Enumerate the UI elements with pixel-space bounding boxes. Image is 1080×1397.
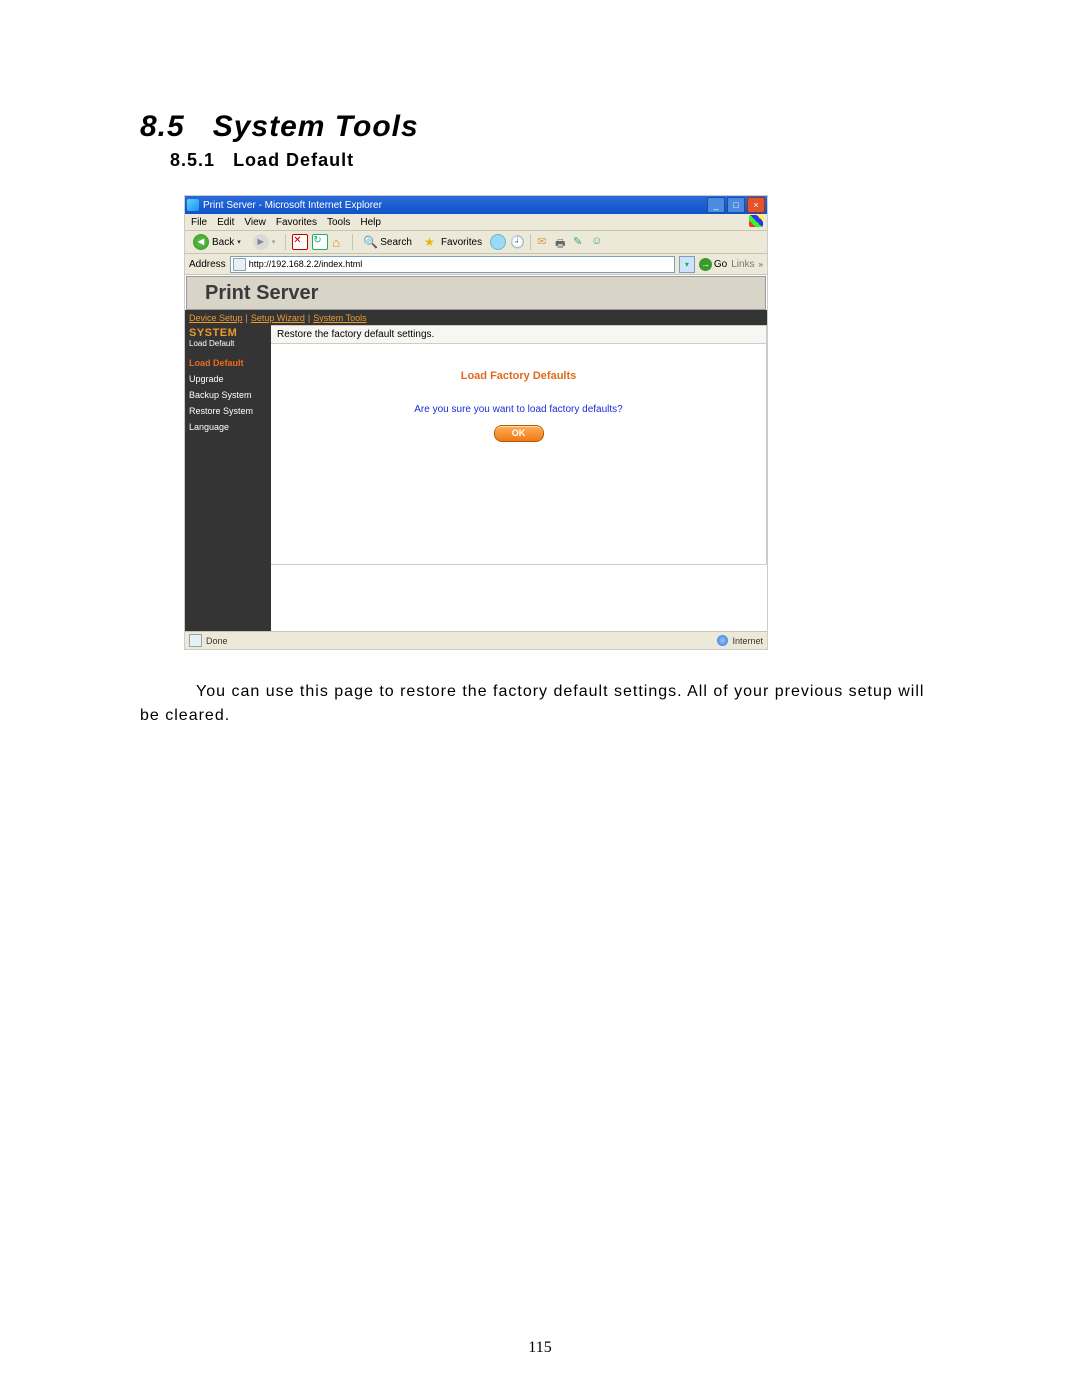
address-value: http://192.168.2.2/index.html: [249, 259, 363, 269]
status-text: Done: [206, 636, 228, 646]
chevron-right-icon: »: [759, 260, 763, 269]
sidebar-item-restore-system[interactable]: Restore System: [189, 406, 267, 416]
favorites-button[interactable]: ★ Favorites: [420, 234, 486, 250]
discuss-button[interactable]: ☺: [591, 235, 605, 249]
main-content: Restore the factory default settings. Lo…: [271, 325, 767, 631]
home-button[interactable]: ⌂: [332, 235, 346, 249]
window-title: Print Server - Microsoft Internet Explor…: [203, 200, 382, 211]
menu-file[interactable]: File: [191, 217, 207, 228]
subsection-title-text: Load Default: [233, 150, 354, 170]
nav-separator: |: [308, 313, 310, 323]
sidebar-item-backup-system[interactable]: Backup System: [189, 390, 267, 400]
favorites-label: Favorites: [441, 237, 482, 248]
panel-title: Load Factory Defaults: [271, 370, 766, 382]
minimize-button[interactable]: _: [707, 197, 725, 213]
ie-logo-icon: [187, 199, 199, 211]
tab-device-setup[interactable]: Device Setup: [189, 313, 243, 323]
toolbar-separator: [530, 234, 531, 250]
app-header: Print Server: [186, 276, 766, 310]
go-icon: →: [699, 258, 712, 271]
media-button[interactable]: [490, 234, 506, 250]
sidebar-heading: SYSTEM: [189, 327, 267, 339]
tab-system-tools[interactable]: System Tools: [313, 313, 366, 323]
tab-setup-wizard[interactable]: Setup Wizard: [251, 313, 305, 323]
subsection-heading: 8.5.1 Load Default: [170, 150, 940, 171]
edit-button[interactable]: ✎: [573, 235, 587, 249]
go-label: Go: [714, 259, 727, 270]
star-icon: ★: [424, 235, 438, 249]
back-icon: ◄: [193, 234, 209, 250]
section-number: 8.5: [140, 110, 185, 143]
mail-button[interactable]: ✉: [537, 235, 551, 249]
go-button[interactable]: → Go: [699, 258, 727, 271]
close-button[interactable]: ×: [747, 197, 765, 213]
page-number: 115: [0, 1339, 1080, 1357]
stop-button[interactable]: ✕: [292, 234, 308, 250]
section-heading: 8.5 System Tools: [140, 110, 940, 144]
sidebar-item-upgrade[interactable]: Upgrade: [189, 374, 267, 384]
search-label: Search: [380, 237, 412, 248]
window-titlebar: Print Server - Microsoft Internet Explor…: [185, 196, 767, 214]
top-nav: Device Setup | Setup Wizard | System Too…: [185, 310, 767, 325]
toolbar-separator: [352, 234, 353, 250]
address-dropdown[interactable]: ▾: [679, 256, 695, 273]
body-paragraph: You can use this page to restore the fac…: [140, 680, 940, 728]
windows-flag-icon: [749, 215, 763, 227]
app-title: Print Server: [205, 282, 318, 305]
refresh-button[interactable]: ↻: [312, 234, 328, 250]
internet-zone-icon: [717, 635, 728, 646]
sidebar: SYSTEM Load Default Load Default Upgrade…: [185, 325, 271, 631]
chevron-down-icon: ▾: [272, 238, 276, 246]
toolbar: ◄ Back ▾ ► ▾ ✕ ↻ ⌂ 🔍 Search ★ Favorites …: [185, 231, 767, 254]
confirm-question: Are you sure you want to load factory de…: [271, 404, 766, 415]
menu-help[interactable]: Help: [360, 217, 381, 228]
addressbar: Address http://192.168.2.2/index.html ▾ …: [185, 254, 767, 275]
links-label[interactable]: Links: [731, 259, 754, 270]
screenshot-browser-window: Print Server - Microsoft Internet Explor…: [184, 195, 768, 650]
chevron-down-icon: ▾: [237, 238, 241, 246]
page-icon: [233, 258, 246, 271]
back-button[interactable]: ◄ Back ▾: [189, 233, 245, 251]
page-icon: [189, 634, 202, 647]
body-text: You can use this page to restore the fac…: [140, 683, 924, 724]
print-button[interactable]: 🖶: [555, 235, 569, 249]
back-label: Back: [212, 237, 234, 248]
sidebar-subheading: Load Default: [189, 339, 267, 348]
maximize-button[interactable]: □: [727, 197, 745, 213]
sidebar-item-load-default[interactable]: Load Default: [189, 358, 267, 368]
search-button[interactable]: 🔍 Search: [359, 234, 416, 250]
menu-favorites[interactable]: Favorites: [276, 217, 317, 228]
subsection-number: 8.5.1: [170, 150, 215, 170]
forward-button[interactable]: ► ▾: [249, 233, 280, 251]
toolbar-separator: [285, 234, 286, 250]
address-input[interactable]: http://192.168.2.2/index.html: [230, 256, 675, 273]
description-strip: Restore the factory default settings.: [271, 326, 766, 344]
menubar: File Edit View Favorites Tools Help: [185, 214, 767, 231]
browser-viewport: Print Server Device Setup | Setup Wizard…: [185, 275, 767, 631]
status-zone: Internet: [732, 636, 763, 646]
forward-icon: ►: [253, 234, 269, 250]
search-icon: 🔍: [363, 235, 377, 249]
nav-separator: |: [246, 313, 248, 323]
menu-tools[interactable]: Tools: [327, 217, 350, 228]
menu-edit[interactable]: Edit: [217, 217, 234, 228]
sidebar-item-language[interactable]: Language: [189, 422, 267, 432]
menu-view[interactable]: View: [244, 217, 266, 228]
ok-button[interactable]: OK: [494, 425, 544, 442]
statusbar: Done Internet: [185, 631, 767, 649]
section-title-text: System Tools: [213, 110, 419, 143]
history-button[interactable]: 🕘: [510, 235, 524, 249]
address-label: Address: [189, 259, 226, 270]
